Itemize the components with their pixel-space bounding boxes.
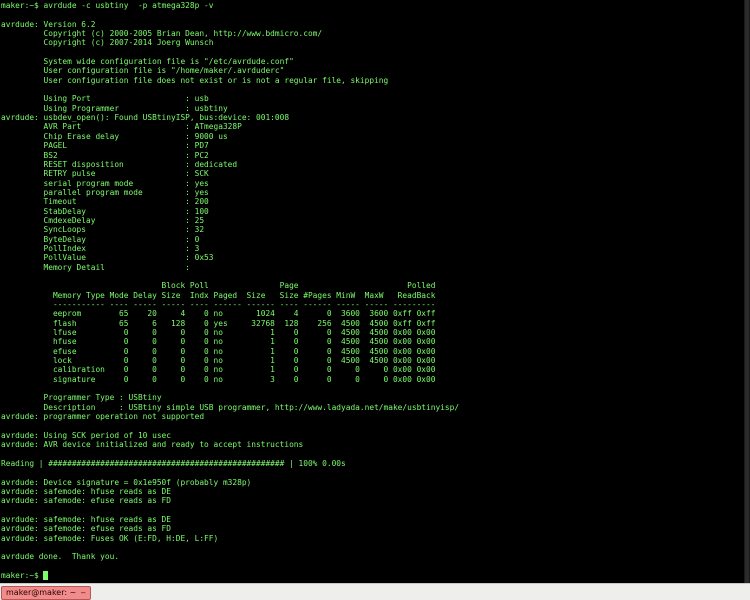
terminal-line: avrdude: safemode: hfuse reads as DE <box>1 514 172 524</box>
terminal-line: RETRY pulse : SCK <box>1 169 209 179</box>
shell-prompt: maker:~$ <box>1 570 39 580</box>
terminal-line: Block Poll Page Polled <box>1 281 436 291</box>
terminal-line: maker:~$ avrdude -c usbtiny -p atmega328… <box>1 1 214 10</box>
terminal-line: RESET disposition : dedicated <box>1 159 238 169</box>
terminal-line: BS2 : PC2 <box>1 150 209 160</box>
terminal-line: AVR Part : ATmega328P <box>1 122 242 132</box>
terminal-line: eeprom 65 20 4 0 no 1024 4 0 3600 3600 0… <box>1 309 436 319</box>
taskbar-terminal-label: maker@maker: ~ <box>6 588 77 597</box>
terminal-line: ByteDelay : 0 <box>1 234 200 244</box>
terminal-line: avrdude: safemode: efuse reads as FD <box>1 496 172 506</box>
command-prompt-line[interactable]: maker:~$ <box>1 571 744 580</box>
terminal-line: avrdude: programmer operation not suppor… <box>1 412 205 422</box>
terminal-line: serial program mode : yes <box>1 178 209 188</box>
terminal-line: CmdexeDelay : 25 <box>1 215 205 225</box>
terminal-line: flash 65 6 128 0 yes 32768 128 256 4500 … <box>1 318 436 328</box>
terminal-line: Copyright (c) 2000-2005 Brian Dean, http… <box>1 29 323 39</box>
terminal-line: Memory Detail : <box>1 262 190 272</box>
scrollbar-thumb[interactable] <box>745 0 749 583</box>
terminal-line: System wide configuration file is "/etc/… <box>1 57 294 67</box>
taskbar: maker@maker: ~ − <box>0 583 750 600</box>
terminal-line: efuse 0 0 0 0 no 1 0 0 4500 4500 0x00 0x… <box>1 346 436 356</box>
terminal-line: avrdude: Device signature = 0x1e950f (pr… <box>1 477 252 487</box>
terminal-line: ----------- ---- ----- ----- ---- ------… <box>1 300 436 309</box>
terminal-line: lfuse 0 0 0 0 no 1 0 0 4500 4500 0x00 0x… <box>1 328 436 338</box>
taskbar-terminal-button[interactable]: maker@maker: ~ − <box>1 586 92 600</box>
terminal-line: avrdude: Version 6.2 <box>1 19 96 29</box>
terminal-line: Copyright (c) 2007-2014 Joerg Wunsch <box>1 38 214 48</box>
terminal-line: Using Port : usb <box>1 94 209 104</box>
terminal-line: Programmer Type : USBtiny <box>1 393 162 403</box>
terminal-line: parallel program mode : yes <box>1 187 209 197</box>
terminal-line: Chip Erase delay : 9000 us <box>1 131 228 141</box>
terminal-line: Memory Type Mode Delay Size Indx Paged S… <box>1 290 436 300</box>
terminal-line: SyncLoops : 32 <box>1 225 205 235</box>
terminal-line: calibration 0 0 0 0 no 1 0 0 0 0 0x00 0x… <box>1 365 436 375</box>
terminal-line: Description : USBtiny simple USB program… <box>1 402 460 412</box>
terminal-line: User configuration file does not exist o… <box>1 75 389 85</box>
terminal-line: StabDelay : 100 <box>1 206 209 216</box>
terminal-line: hfuse 0 0 0 0 no 1 0 0 4500 4500 0x00 0x… <box>1 337 436 347</box>
terminal-output: maker:~$ avrdude -c usbtiny -p atmega328… <box>1 1 744 580</box>
terminal-line: PollIndex : 3 <box>1 243 200 253</box>
terminal-line: avrdude: usbdev_open(): Found USBtinyISP… <box>1 113 290 123</box>
terminal-line: PollValue : 0x53 <box>1 253 214 263</box>
terminal-line: avrdude: safemode: hfuse reads as DE <box>1 486 172 496</box>
terminal-line: avrdude done. Thank you. <box>1 552 120 562</box>
terminal-line: Reading | ##############################… <box>1 458 346 468</box>
terminal-line: Timeout : 200 <box>1 197 209 207</box>
terminal-line: avrdude: AVR device initialized and read… <box>1 440 304 450</box>
terminal-line: avrdude: safemode: Fuses OK (E:FD, H:DE,… <box>1 533 219 543</box>
terminal-line: User configuration file is "/home/maker/… <box>1 66 285 76</box>
terminal-line: signature 0 0 0 0 no 3 0 0 0 0 0x00 0x00 <box>1 374 436 384</box>
terminal-line: lock 0 0 0 0 no 1 0 0 4500 4500 0x00 0x0… <box>1 356 436 366</box>
terminal-line: avrdude: Using SCK period of 10 usec <box>1 430 172 440</box>
terminal-scrollbar[interactable] <box>744 0 750 583</box>
text-cursor <box>42 571 48 580</box>
close-icon[interactable]: − <box>80 587 86 599</box>
terminal-window[interactable]: maker:~$ avrdude -c usbtiny -p atmega328… <box>0 0 744 583</box>
terminal-line: Using Programmer : usbtiny <box>1 103 228 113</box>
terminal-line: avrdude: safemode: efuse reads as FD <box>1 524 172 534</box>
terminal-line: PAGEL : PD7 <box>1 141 209 151</box>
